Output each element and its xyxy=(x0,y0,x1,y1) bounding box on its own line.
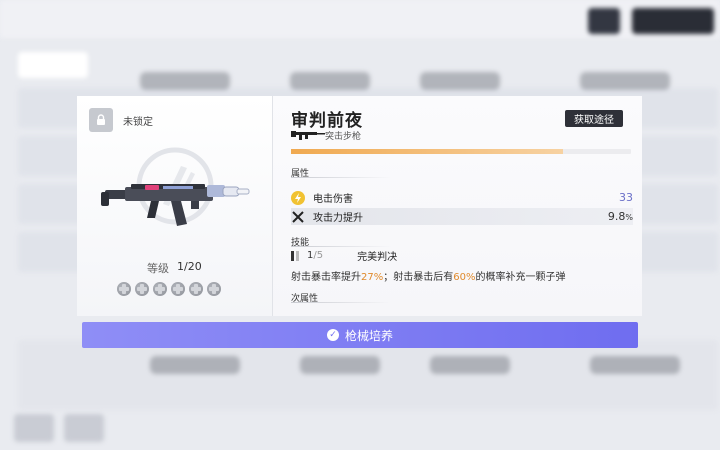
assault-rifle-icon xyxy=(291,131,325,140)
background-weapon xyxy=(580,72,670,90)
skill-desc-part: ；射击暴击后有 xyxy=(383,272,454,283)
experience-bar xyxy=(291,149,631,154)
attribute-row-electric-damage: 电击伤害 33 xyxy=(291,189,633,206)
plus-dot-icon xyxy=(171,282,185,296)
background-row xyxy=(18,370,718,410)
crossed-swords-icon xyxy=(291,210,305,224)
attachment-slots xyxy=(117,282,221,296)
plus-dot-icon xyxy=(207,282,221,296)
attribute-number: 9.8 xyxy=(607,210,626,223)
background-weapon xyxy=(140,72,230,90)
weapon-upgrade-label: 枪械培养 xyxy=(344,328,393,343)
plus-dot-icon xyxy=(189,282,203,296)
background-weapon xyxy=(430,356,510,374)
weapon-upgrade-button[interactable]: ✓ 枪械培养 xyxy=(82,322,638,348)
experience-bar-fill xyxy=(291,149,563,154)
weapon-type-label: 突击步枪 xyxy=(325,132,362,142)
divider xyxy=(291,302,391,303)
background-bottom-tab xyxy=(14,414,54,442)
weapon-name: 审判前夜 xyxy=(291,111,363,131)
skill-desc-value: 27% xyxy=(361,272,384,283)
attribute-name: 电击伤害 xyxy=(313,194,353,205)
weapon-detail-dialog: 未锁定 等级 1/20 审判前夜 获取途径 突击步枪 属性 电击伤害 33 攻击… xyxy=(77,96,642,316)
weapon-preview-panel: 未锁定 等级 1/20 xyxy=(77,96,273,316)
background-weapon xyxy=(290,72,370,90)
attribute-unit: % xyxy=(625,213,633,222)
plus-dot-icon xyxy=(117,282,131,296)
skill-name: 完美判决 xyxy=(357,252,398,263)
background-bottom-tab xyxy=(64,414,104,442)
attribute-value: 9.8% xyxy=(608,210,633,223)
divider xyxy=(291,177,391,178)
lock-icon xyxy=(97,114,105,125)
level-label: 等级 xyxy=(147,262,169,275)
skill-max: /5 xyxy=(313,250,324,261)
divider xyxy=(291,246,391,247)
acquisition-button[interactable]: 获取途径 xyxy=(565,110,623,127)
weapon-image xyxy=(101,184,250,226)
skill-desc-part: 的概率补充一颗子弹 xyxy=(475,272,566,283)
attribute-name: 攻击力提升 xyxy=(313,213,363,224)
lock-status-label: 未锁定 xyxy=(123,117,153,128)
lightning-icon xyxy=(291,190,305,205)
skill-header: 1/5 完美判决 xyxy=(291,248,397,263)
background-tab xyxy=(18,52,88,78)
plus-dot-icon xyxy=(153,282,167,296)
skill-level-bar xyxy=(291,250,294,261)
top-button-left xyxy=(588,8,620,34)
skill-desc-value: 60% xyxy=(453,272,476,283)
weapon-info-panel: 审判前夜 获取途径 突击步枪 属性 电击伤害 33 攻击力提升 9.8% 技能 … xyxy=(273,96,642,316)
skill-level-bar xyxy=(296,250,299,261)
skill-desc-part: 射击暴击率提升 xyxy=(291,272,361,283)
plus-dot-icon xyxy=(135,282,149,296)
background-weapon xyxy=(300,356,380,374)
attribute-row-attack-boost: 攻击力提升 9.8% xyxy=(291,208,633,225)
top-button-right xyxy=(632,8,714,34)
lock-toggle[interactable] xyxy=(89,108,113,132)
attribute-value: 33 xyxy=(619,191,633,204)
skill-description: 射击暴击率提升27%；射击暴击后有60%的概率补充一颗子弹 xyxy=(291,268,565,283)
check-circle-icon: ✓ xyxy=(326,329,339,341)
background-weapon xyxy=(150,356,240,374)
background-weapon xyxy=(420,72,500,90)
level-value: 1/20 xyxy=(177,260,202,273)
background-weapon xyxy=(590,356,680,374)
